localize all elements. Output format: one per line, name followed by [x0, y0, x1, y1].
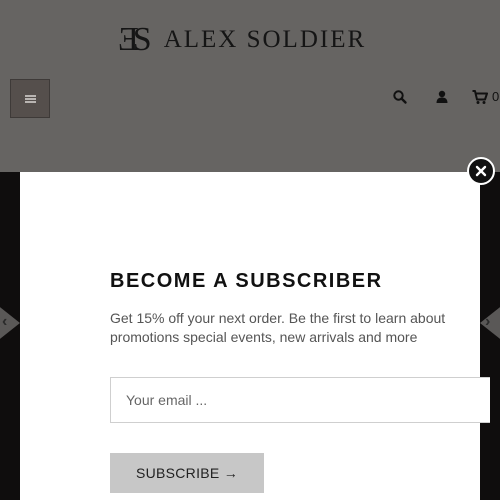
- chevron-right-icon: ›: [485, 313, 491, 330]
- email-field[interactable]: [110, 377, 490, 423]
- hamburger-icon: [24, 94, 36, 103]
- logo-text: ALEX SOLDIER: [163, 26, 367, 53]
- cart-icon[interactable]: [472, 89, 488, 105]
- subscribe-modal: BECOME A SUBSCRIBER Get 15% off your nex…: [20, 172, 490, 500]
- site-header: ƎS ALEX SOLDIER 0: [0, 0, 500, 172]
- user-icon[interactable]: [434, 89, 450, 105]
- logo-monogram: ƎS: [118, 21, 152, 58]
- close-icon: [475, 165, 487, 177]
- subscribe-button[interactable]: SUBSCRIBE →: [110, 453, 264, 493]
- brand-logo[interactable]: ƎS ALEX SOLDIER: [118, 22, 366, 58]
- search-icon[interactable]: [392, 89, 408, 105]
- cart-count[interactable]: 0: [492, 89, 499, 104]
- modal-title: BECOME A SUBSCRIBER: [110, 270, 383, 292]
- modal-description: Get 15% off your next order. Be the firs…: [110, 310, 446, 345]
- close-button[interactable]: [467, 157, 495, 185]
- chevron-left-icon: ‹: [2, 313, 8, 330]
- menu-button[interactable]: [10, 79, 50, 118]
